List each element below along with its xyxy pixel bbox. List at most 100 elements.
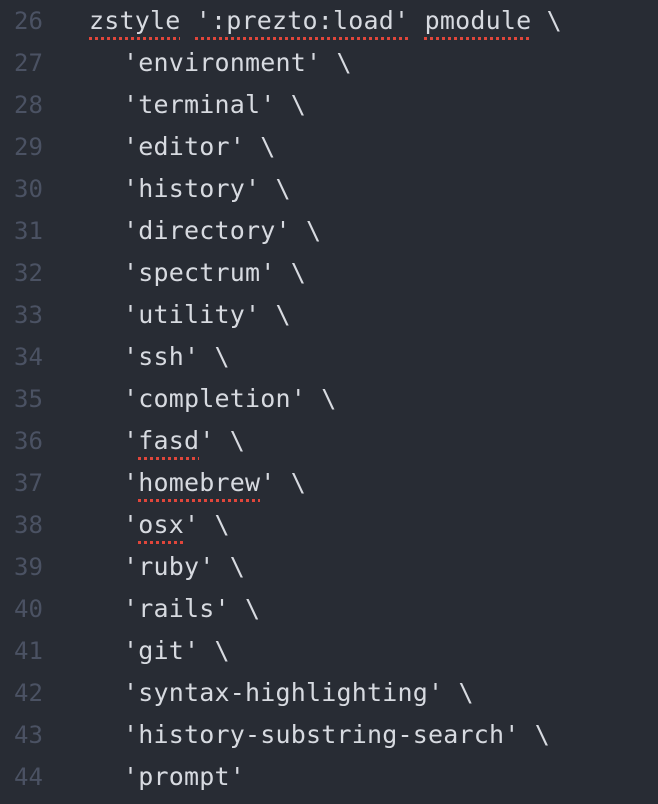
code-line[interactable]: 42 'syntax-highlighting' \ (0, 672, 658, 714)
code-line[interactable]: 39 'ruby' \ (0, 546, 658, 588)
module-name: rails (138, 594, 215, 623)
code-editor[interactable]: 26 zstyle ':prezto:load' pmodule \ 27'en… (0, 0, 658, 804)
code-line[interactable]: 26 zstyle ':prezto:load' pmodule \ (0, 0, 658, 42)
code-text[interactable]: 'directory' \ (89, 210, 321, 252)
line-number: 39 (14, 553, 43, 581)
code-text[interactable]: 'completion' \ (89, 378, 337, 420)
code-text[interactable]: 'editor' \ (89, 126, 276, 168)
code-text[interactable]: 'git' \ (89, 630, 230, 672)
code-text[interactable]: 'rails' \ (89, 588, 260, 630)
line-number: 41 (14, 637, 43, 665)
code-text[interactable]: 'ssh' \ (89, 336, 230, 378)
quote-open: ' (123, 48, 139, 77)
quote-close: ' \ (428, 678, 474, 707)
line-number: 34 (14, 343, 43, 371)
quote-close: ' \ (214, 594, 261, 623)
module-name: utility (138, 300, 246, 329)
quote-close: ' \ (260, 468, 307, 497)
module-name: ruby (138, 552, 200, 581)
code-text[interactable]: 'environment' \ (89, 42, 352, 84)
code-text[interactable]: 'history-substring-search' \ (89, 714, 550, 756)
code-text[interactable]: 'prompt' (89, 756, 245, 798)
quote-open: ' (123, 510, 139, 539)
line-number: 27 (14, 49, 43, 77)
quote-open: ' (123, 426, 139, 455)
line-number: 43 (14, 721, 43, 749)
code-line[interactable]: 27 'environment' \ (0, 42, 658, 84)
quote-close: ' \ (199, 426, 246, 455)
code-text[interactable]: 'spectrum' \ (89, 252, 306, 294)
quote-close: ' \ (199, 552, 246, 581)
quote-open: ' (123, 300, 139, 329)
code-line[interactable]: 37 'homebrew' \ (0, 462, 658, 504)
quote-close: ' (229, 762, 246, 791)
module-name: completion (138, 384, 291, 413)
quote-close: ' \ (245, 300, 291, 329)
code-text[interactable]: 'terminal' \ (89, 84, 306, 126)
module-name: history-substring-search (138, 720, 505, 749)
quote-open: ' (123, 90, 139, 119)
module-name: spectrum (138, 258, 261, 287)
quote-close: ' \ (184, 342, 230, 371)
misspelled-module-name: osx (138, 510, 185, 539)
code-text[interactable]: 'fasd' \ (89, 420, 245, 462)
quote-open: ' (123, 762, 139, 791)
code-line[interactable]: 28 'terminal' \ (0, 84, 658, 126)
code-line[interactable]: 35 'completion' \ (0, 378, 658, 420)
line-number: 31 (14, 217, 43, 245)
quote-close: ' \ (245, 174, 291, 203)
code-line[interactable]: 32 'spectrum' \ (0, 252, 658, 294)
line-number: 37 (14, 469, 43, 497)
line-number: 40 (14, 595, 43, 623)
module-name: environment (138, 48, 307, 77)
code-text[interactable]: 'osx' \ (89, 504, 230, 546)
code-line[interactable]: 43 'history-substring-search' \ (0, 714, 658, 756)
misspelled-token: pmodule (424, 6, 532, 35)
module-name: ssh (138, 342, 185, 371)
quote-open: ' (123, 468, 139, 497)
code-line[interactable]: 30 'history' \ (0, 168, 658, 210)
code-line[interactable]: 29 'editor' \ (0, 126, 658, 168)
line-number: 28 (14, 91, 43, 119)
quote-open: ' (123, 258, 139, 287)
code-line[interactable]: 40 'rails' \ (0, 588, 658, 630)
module-name: prompt (138, 762, 230, 791)
quote-close: ' \ (260, 258, 307, 287)
code-line[interactable]: 36 'fasd' \ (0, 420, 658, 462)
code-line[interactable]: 33 'utility' \ (0, 294, 658, 336)
module-name: terminal (138, 90, 261, 119)
misspelled-token: ':prezto:load' (195, 6, 410, 35)
quote-open: ' (123, 678, 139, 707)
quote-open: ' (123, 216, 139, 245)
code-text[interactable]: zstyle ':prezto:load' pmodule \ (89, 0, 562, 42)
line-number: 36 (14, 427, 43, 455)
quote-close: ' \ (275, 216, 322, 245)
quote-close: ' \ (184, 510, 230, 539)
quote-open: ' (123, 342, 139, 371)
code-line[interactable]: 44 'prompt' (0, 756, 658, 798)
module-name: editor (138, 132, 230, 161)
code-text[interactable]: 'utility' \ (89, 294, 291, 336)
code-text[interactable]: 'ruby' \ (89, 546, 245, 588)
code-line[interactable]: 34 'ssh' \ (0, 336, 658, 378)
module-list: 27'environment' \ 28'terminal' \ 29'editor… (0, 42, 658, 798)
quote-open: ' (123, 636, 139, 665)
module-name: git (138, 636, 185, 665)
line-number: 38 (14, 511, 43, 539)
quote-close: ' \ (184, 636, 230, 665)
code-text[interactable]: 'homebrew' \ (89, 462, 306, 504)
module-name: syntax-highlighting (138, 678, 429, 707)
code-text[interactable]: 'history' \ (89, 168, 291, 210)
code-text[interactable]: 'syntax-highlighting' \ (89, 672, 474, 714)
line-number: 30 (14, 175, 43, 203)
misspelled-module-name: homebrew (138, 468, 261, 497)
quote-open: ' (123, 174, 139, 203)
code-line[interactable]: 41 'git' \ (0, 630, 658, 672)
quote-open: ' (123, 720, 139, 749)
line-number: 44 (14, 763, 43, 791)
quote-close: ' \ (504, 720, 551, 749)
code-line[interactable]: 31 'directory' \ (0, 210, 658, 252)
quote-open: ' (123, 594, 139, 623)
code-line[interactable]: 38 'osx' \ (0, 504, 658, 546)
quote-open: ' (123, 384, 139, 413)
